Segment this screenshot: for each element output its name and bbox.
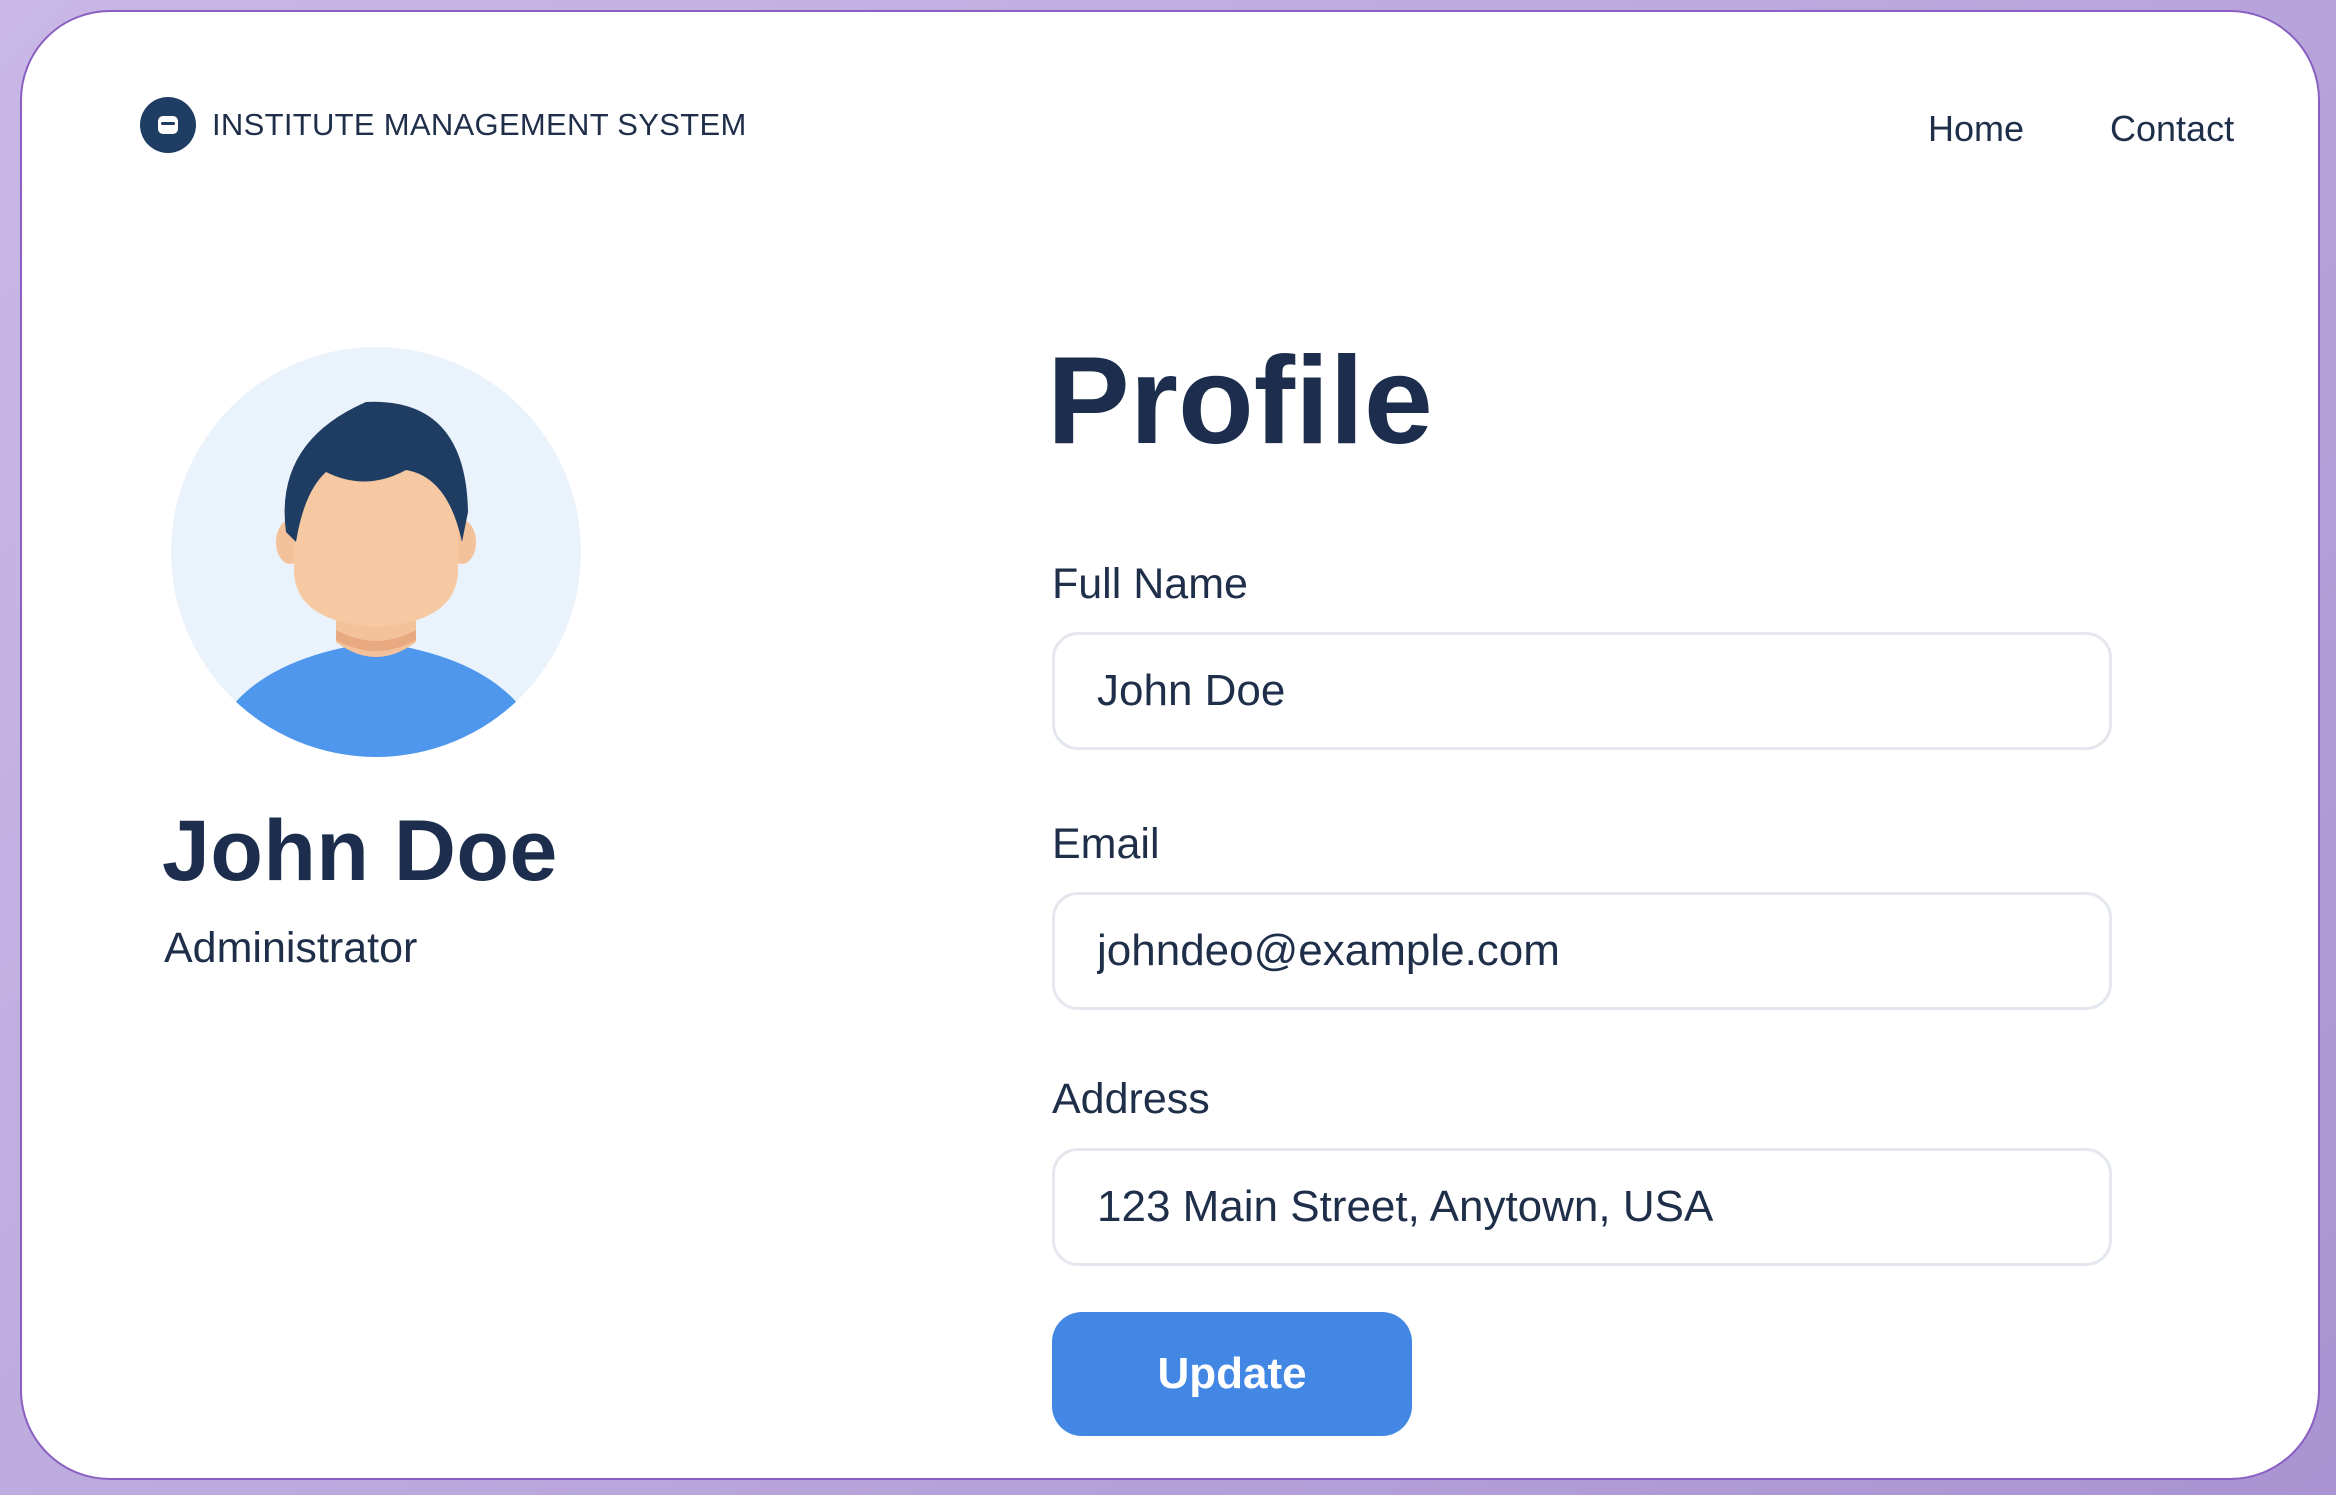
brand[interactable]: INSTITUTE MANAGEMENT SYSTEM	[140, 97, 747, 153]
address-label: Address	[1052, 1075, 1210, 1123]
nav-contact-link[interactable]: Contact	[2110, 108, 2234, 150]
email-label: Email	[1052, 820, 1160, 868]
user-name: John Doe	[162, 803, 558, 899]
full-name-input[interactable]	[1052, 632, 2112, 750]
update-button[interactable]: Update	[1052, 1312, 1412, 1436]
graduation-cap-icon	[140, 97, 196, 153]
address-input[interactable]	[1052, 1148, 2112, 1266]
full-name-label: Full Name	[1052, 560, 1248, 608]
user-role: Administrator	[164, 924, 418, 972]
nav-home-link[interactable]: Home	[1928, 108, 2024, 150]
brand-name: INSTITUTE MANAGEMENT SYSTEM	[212, 107, 747, 142]
main-card: INSTITUTE MANAGEMENT SYSTEM Home Contact…	[20, 10, 2320, 1480]
user-avatar-icon	[166, 342, 586, 762]
page-title: Profile	[1047, 332, 1433, 470]
email-input[interactable]	[1052, 892, 2112, 1010]
